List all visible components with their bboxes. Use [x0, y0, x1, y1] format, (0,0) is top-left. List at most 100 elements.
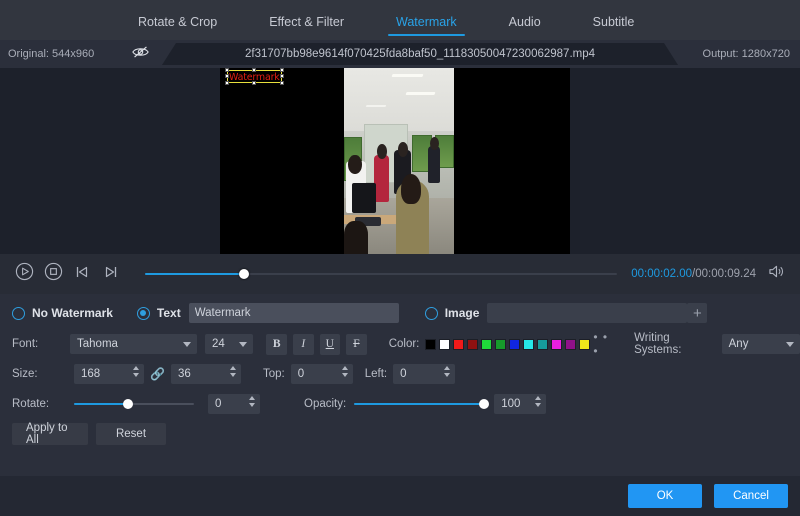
scene-person [374, 155, 389, 202]
opacity-input[interactable]: 100 [494, 394, 546, 414]
stepper-arrows[interactable] [133, 366, 139, 377]
progress-handle[interactable] [239, 269, 249, 279]
tab-watermark[interactable]: Watermark [370, 0, 483, 40]
rotate-input[interactable]: 0 [208, 394, 260, 414]
top-input[interactable]: 0 [291, 364, 353, 384]
font-family-select[interactable]: Tahoma [70, 334, 197, 354]
previous-frame-button[interactable] [72, 264, 92, 284]
resize-handle[interactable] [280, 81, 284, 85]
underline-button[interactable]: U [320, 334, 341, 355]
scene-person-foreground [344, 221, 368, 254]
resize-handle[interactable] [252, 81, 256, 85]
stepper-arrows[interactable] [249, 396, 255, 407]
strikethrough-button[interactable]: F [346, 334, 367, 355]
timecode-display: 00:00:02.00/00:00:09.24 [631, 268, 756, 280]
resize-handle[interactable] [225, 81, 229, 85]
playback-progress-slider[interactable] [145, 267, 617, 281]
slider-handle[interactable] [123, 399, 133, 409]
stepper-arrows[interactable] [535, 396, 541, 407]
tab-effect-filter[interactable]: Effect & Filter [243, 0, 370, 40]
resize-handle[interactable] [225, 74, 229, 78]
rotate-slider[interactable] [74, 397, 194, 411]
color-label: Color: [389, 338, 420, 350]
watermark-overlay[interactable]: Watermark [227, 70, 282, 83]
size-width-input[interactable]: 168 [74, 364, 144, 384]
color-swatch[interactable] [537, 339, 548, 350]
color-swatch[interactable] [481, 339, 492, 350]
video-preview-area: Watermark [0, 68, 800, 254]
progress-fill [145, 273, 244, 275]
watermark-text-input[interactable] [189, 303, 399, 323]
eye-slash-icon [132, 45, 149, 64]
stop-button[interactable] [43, 264, 63, 284]
color-swatch[interactable] [523, 339, 534, 350]
scene-person [398, 142, 408, 157]
size-height-input[interactable]: 36 [171, 364, 241, 384]
tab-subtitle[interactable]: Subtitle [567, 0, 661, 40]
color-swatch[interactable] [565, 339, 576, 350]
top-value: 0 [298, 368, 304, 380]
radio-image[interactable]: Image [425, 306, 480, 320]
size-label: Size: [12, 368, 74, 380]
stepper-arrows[interactable] [230, 366, 236, 377]
font-size-select[interactable]: 24 [205, 334, 253, 354]
tab-audio[interactable]: Audio [483, 0, 567, 40]
radio-no-watermark[interactable]: No Watermark [12, 306, 113, 320]
stepper-arrows[interactable] [342, 366, 348, 377]
playback-buttons [14, 264, 121, 284]
resize-handle[interactable] [225, 68, 229, 72]
color-swatch[interactable] [467, 339, 478, 350]
filename-label: 2f31707bb98e9614f070425fda8baf50_1118305… [162, 43, 678, 65]
next-frame-icon [103, 264, 119, 285]
apply-to-all-button[interactable]: Apply to All [12, 423, 88, 445]
tab-list: Rotate & Crop Effect & Filter Watermark … [112, 0, 660, 40]
more-colors-button[interactable]: • • • [593, 330, 616, 358]
watermark-editor-window: Rotate & Crop Effect & Filter Watermark … [0, 0, 800, 516]
previous-frame-icon [74, 264, 90, 285]
media-info-bar: Original: 544x960 2f31707bb98e9614f07042… [0, 40, 800, 68]
writing-systems-label: Writing Systems: [634, 332, 715, 356]
original-resolution-label: Original: 544x960 [0, 48, 120, 60]
color-swatch[interactable] [509, 339, 520, 350]
tab-bar: Rotate & Crop Effect & Filter Watermark … [0, 0, 800, 40]
volume-button[interactable] [764, 264, 788, 284]
ok-button[interactable]: OK [628, 484, 702, 508]
resize-handle[interactable] [280, 68, 284, 72]
chevron-down-icon [183, 342, 191, 347]
preview-toggle-button[interactable] [120, 45, 160, 64]
color-swatch[interactable] [579, 339, 590, 350]
slider-fill [74, 403, 128, 405]
italic-button[interactable]: I [293, 334, 314, 355]
tab-rotate-crop[interactable]: Rotate & Crop [112, 0, 243, 40]
resize-handle[interactable] [280, 74, 284, 78]
playback-bar: 00:00:02.00/00:00:09.24 [0, 254, 800, 294]
font-size-value: 24 [212, 338, 225, 350]
watermark-image-input[interactable] [487, 303, 687, 323]
opacity-slider[interactable] [354, 397, 484, 411]
slider-fill [354, 403, 484, 405]
scene-lamp [392, 74, 424, 77]
radio-text[interactable]: Text [137, 306, 181, 320]
bold-button[interactable]: B [266, 334, 287, 355]
resize-handle[interactable] [252, 68, 256, 72]
color-swatch[interactable] [551, 339, 562, 350]
left-input[interactable]: 0 [393, 364, 455, 384]
cancel-button[interactable]: Cancel [714, 484, 788, 508]
color-swatch[interactable] [439, 339, 450, 350]
stop-icon [44, 262, 63, 286]
scene-ceiling [344, 68, 454, 131]
color-swatch[interactable] [425, 339, 436, 350]
writing-systems-select[interactable]: Any [722, 334, 800, 354]
scene-person [430, 137, 439, 150]
stepper-arrows[interactable] [444, 366, 450, 377]
next-frame-button[interactable] [101, 264, 121, 284]
opacity-value: 100 [501, 398, 520, 410]
add-image-button[interactable]: + [687, 303, 707, 323]
play-button[interactable] [14, 264, 34, 284]
link-icon[interactable]: 🔗 [150, 367, 165, 381]
video-stage[interactable]: Watermark [220, 68, 570, 254]
color-swatch[interactable] [453, 339, 464, 350]
reset-button[interactable]: Reset [96, 423, 166, 445]
color-swatch[interactable] [495, 339, 506, 350]
slider-handle[interactable] [479, 399, 489, 409]
